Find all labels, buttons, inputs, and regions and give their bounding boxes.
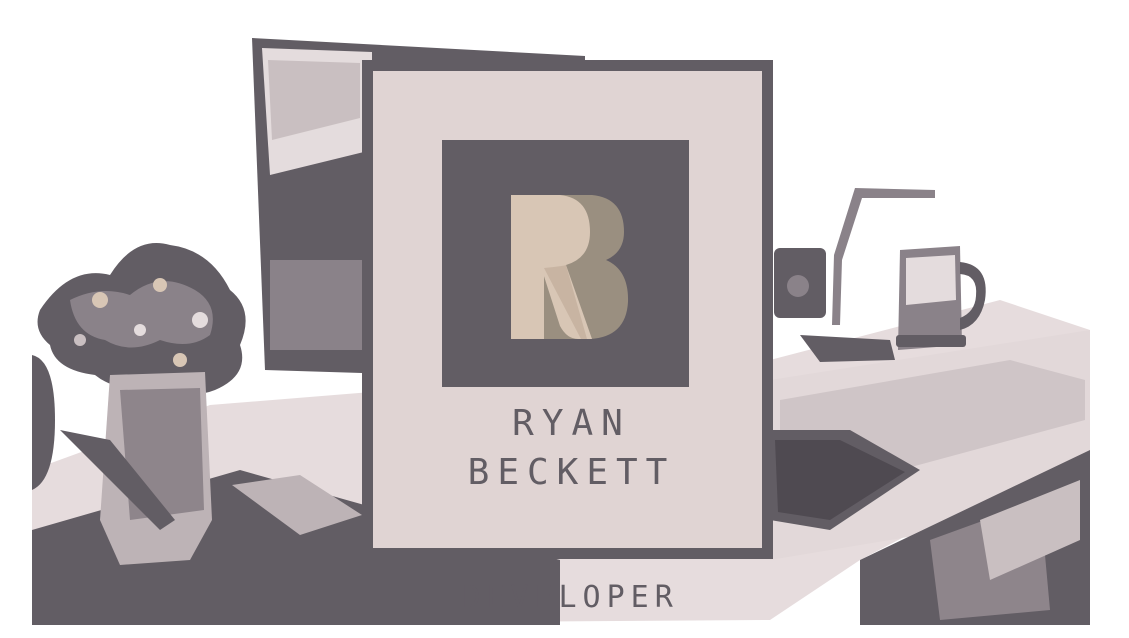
last-name: BECKETT (467, 452, 676, 493)
rb-monogram-icon (511, 195, 629, 339)
first-name: RYAN (512, 403, 631, 444)
profile-card: RYAN BECKETT (362, 60, 773, 559)
speaker-illustration (774, 248, 826, 318)
role-title: DEVELOPER (462, 580, 679, 615)
logo-box (442, 140, 689, 387)
